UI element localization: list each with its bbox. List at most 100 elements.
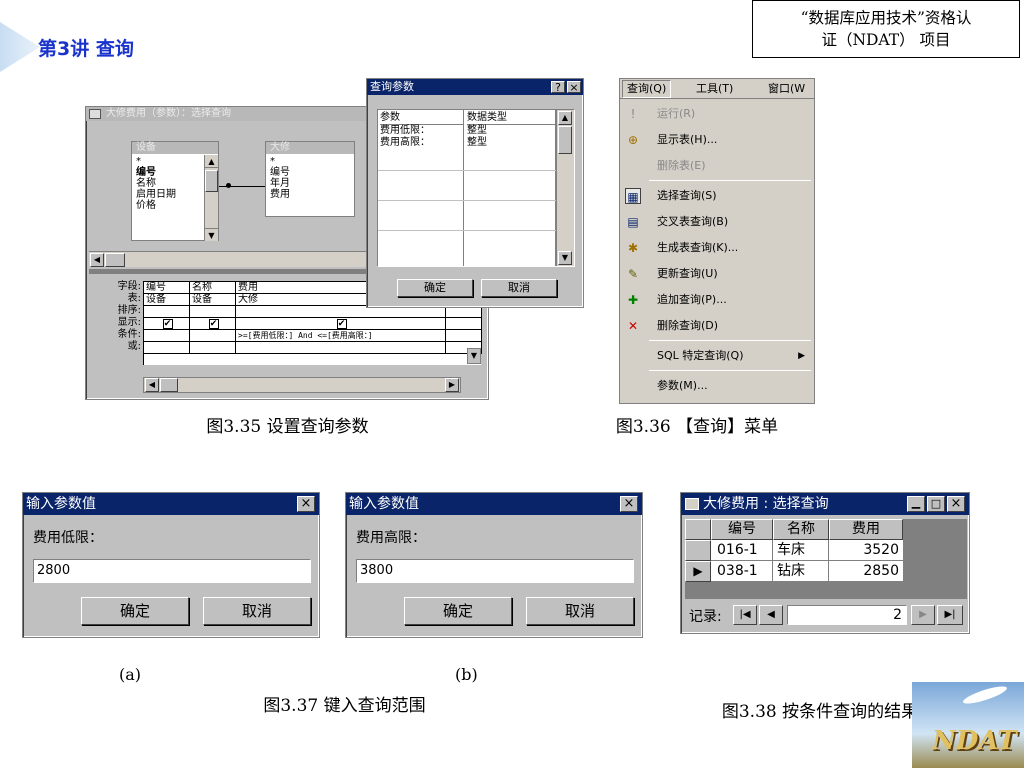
- field-item[interactable]: *: [270, 156, 352, 167]
- menu-item-sql-specific[interactable]: SQL 特定查询(Q) ▶: [621, 343, 813, 369]
- grid-cell[interactable]: 名称: [190, 282, 236, 294]
- table-cell[interactable]: 钻床: [773, 561, 829, 582]
- menu-item-label: 参数(M)...: [657, 379, 708, 392]
- cancel-button[interactable]: 取消: [526, 597, 634, 625]
- grid-hscrollbar[interactable]: ◀ ▶: [143, 377, 461, 393]
- field-item[interactable]: 费用: [270, 189, 352, 200]
- last-record-icon[interactable]: ▶|: [937, 605, 963, 625]
- grid-cell[interactable]: ✔: [144, 318, 190, 330]
- record-selector[interactable]: [685, 540, 711, 561]
- close-icon[interactable]: ×: [947, 496, 965, 512]
- param-name-cell[interactable]: 费用低限：: [380, 125, 430, 137]
- scroll-down-icon[interactable]: ▼: [558, 251, 572, 265]
- grid-cell[interactable]: [236, 342, 446, 354]
- scroll-thumb[interactable]: [558, 126, 572, 154]
- close-icon[interactable]: ×: [620, 496, 638, 512]
- scroll-up-icon[interactable]: ▲: [558, 111, 572, 125]
- menu-tools[interactable]: 工具(T): [696, 79, 733, 99]
- next-record-icon[interactable]: ▶: [911, 605, 935, 625]
- grid-cell[interactable]: [144, 342, 190, 354]
- table-cell[interactable]: 016-1: [711, 540, 773, 561]
- grid-cell[interactable]: [446, 330, 482, 342]
- table-scrollbar[interactable]: ▲ ▼: [204, 155, 218, 241]
- column-header[interactable]: 费用: [829, 519, 903, 540]
- table-box-equipment[interactable]: 设备 * 编号 名称 启用日期 价格 ▲ ▼: [131, 141, 219, 241]
- menu-item-parameters[interactable]: 参数(M)...: [621, 373, 813, 399]
- scroll-left-icon[interactable]: ◀: [145, 378, 159, 392]
- scroll-thumb[interactable]: [160, 378, 178, 392]
- grid-cell[interactable]: [190, 342, 236, 354]
- show-checkbox[interactable]: ✔: [208, 319, 219, 329]
- column-header[interactable]: 编号: [711, 519, 773, 540]
- grid-cell[interactable]: [190, 306, 236, 318]
- menu-item-crosstab-query[interactable]: ▤ 交叉表查询(B): [621, 209, 813, 235]
- menu-item-show-table[interactable]: ⊕ 显示表(H)...: [621, 127, 813, 153]
- grid-cell[interactable]: [144, 330, 190, 342]
- scroll-right-icon[interactable]: ▶: [445, 378, 459, 392]
- help-button[interactable]: ?: [551, 81, 565, 93]
- menu-item-label: 更新查询(U): [657, 267, 718, 280]
- ok-button[interactable]: 确定: [81, 597, 189, 625]
- grid-cell[interactable]: 设备: [144, 294, 190, 306]
- field-item[interactable]: 编号: [270, 167, 352, 178]
- grid-cell[interactable]: 编号: [144, 282, 190, 294]
- menu-item-update-query[interactable]: ✎ 更新查询(U): [621, 261, 813, 287]
- table-box-overhaul[interactable]: 大修 * 编号 年月 费用: [265, 141, 355, 217]
- param-type-cell[interactable]: 整型: [467, 125, 487, 137]
- ok-button[interactable]: 确定: [397, 279, 473, 297]
- first-record-icon[interactable]: |◀: [733, 605, 757, 625]
- menu-item-append-query[interactable]: ✚ 追加查询(P)...: [621, 287, 813, 313]
- close-icon[interactable]: ×: [297, 496, 315, 512]
- table-cell[interactable]: 车床: [773, 540, 829, 561]
- show-checkbox[interactable]: ✔: [336, 319, 347, 329]
- grid-cell[interactable]: ✔: [190, 318, 236, 330]
- table-cell[interactable]: 2850: [829, 561, 903, 582]
- current-record-icon[interactable]: ▶: [685, 561, 711, 582]
- scroll-left-icon[interactable]: ◀: [90, 253, 104, 267]
- grid-cell[interactable]: [446, 318, 482, 330]
- grid-cell-text: 大修: [238, 294, 258, 305]
- menu-item-make-table-query[interactable]: ✱ 生成表查询(K)...: [621, 235, 813, 261]
- scroll-up-icon[interactable]: ▲: [205, 155, 218, 168]
- cancel-button[interactable]: 取消: [481, 279, 557, 297]
- minimize-icon[interactable]: ▁: [907, 496, 925, 512]
- scroll-down-icon[interactable]: ▼: [205, 228, 218, 241]
- show-checkbox[interactable]: ✔: [162, 319, 173, 329]
- prev-record-icon[interactable]: ◀: [759, 605, 783, 625]
- record-number-input[interactable]: 2: [787, 605, 907, 625]
- select-all-corner[interactable]: [685, 519, 711, 540]
- dialog-title: 输入参数值: [349, 496, 419, 512]
- column-header[interactable]: 名称: [773, 519, 829, 540]
- row-divider: [378, 200, 556, 201]
- params-vscrollbar[interactable]: ▲ ▼: [556, 110, 574, 266]
- grid-cell[interactable]: [190, 330, 236, 342]
- grid-cell-criteria[interactable]: >=[费用低限：] And <=[费用高限：]: [236, 330, 446, 342]
- grid-column[interactable]: 编号 设备 ✔: [144, 282, 190, 354]
- grid-cell[interactable]: ✔: [236, 318, 446, 330]
- scroll-down-icon[interactable]: ▼: [467, 348, 481, 364]
- ok-button[interactable]: 确定: [404, 597, 512, 625]
- label-b: (b): [455, 665, 478, 684]
- param-value-input[interactable]: 3800: [356, 559, 634, 583]
- table-cell[interactable]: 3520: [829, 540, 903, 561]
- scroll-thumb[interactable]: [105, 253, 125, 267]
- table-cell[interactable]: 038-1: [711, 561, 773, 582]
- menu-query[interactable]: 查询(Q): [622, 80, 672, 98]
- grid-column[interactable]: 名称 设备 ✔: [190, 282, 236, 354]
- close-button[interactable]: ×: [567, 81, 581, 93]
- cancel-button[interactable]: 取消: [203, 597, 311, 625]
- menu-item-remove-table[interactable]: 删除表(E): [621, 153, 813, 179]
- param-type-cell[interactable]: 整型: [467, 137, 487, 149]
- grid-cell[interactable]: [144, 306, 190, 318]
- maximize-icon[interactable]: □: [927, 496, 945, 512]
- field-item[interactable]: 年月: [270, 178, 352, 189]
- scroll-thumb[interactable]: [205, 170, 218, 192]
- param-name-cell[interactable]: 费用高限：: [380, 137, 430, 149]
- menu-window[interactable]: 窗口(W: [768, 79, 805, 99]
- menu-item-run[interactable]: ! 运行(R): [621, 101, 813, 127]
- grid-cell[interactable]: 设备: [190, 294, 236, 306]
- input-param-dialog-b: 输入参数值 × 费用高限： 3800 确定 取消: [345, 492, 643, 638]
- menu-item-delete-query[interactable]: ✕ 删除查询(D): [621, 313, 813, 339]
- param-value-input[interactable]: 2800: [33, 559, 311, 583]
- menu-item-select-query[interactable]: ▦ 选择查询(S): [621, 183, 813, 209]
